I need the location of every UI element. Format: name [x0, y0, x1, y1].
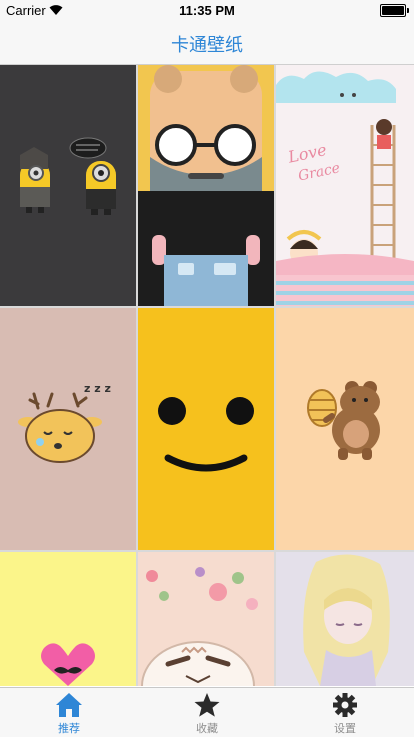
wallpaper-tile-yellow-smiley[interactable]	[138, 308, 274, 550]
heart-mustache-illustration	[41, 643, 95, 686]
bearded-man-illustration	[138, 65, 274, 306]
gear-icon	[333, 693, 357, 717]
tab-favorites-label: 收藏	[196, 723, 218, 735]
tab-favorites[interactable]: 收藏	[138, 688, 276, 737]
status-bar: Carrier 11:35 PM	[0, 0, 414, 20]
wallpaper-tile-love-grace[interactable]: Love Grace	[276, 65, 414, 306]
anime-girl-illustration	[303, 554, 390, 686]
sleep-zzz-text: z z z	[84, 382, 111, 395]
love-grace-illustration: Love Grace	[276, 71, 414, 306]
wallpaper-tile-anime-girl[interactable]	[276, 552, 414, 686]
wallpaper-tile-sleepy-deer[interactable]: z z z	[0, 308, 136, 550]
bear-honey-illustration	[307, 381, 380, 460]
battery-icon	[380, 4, 409, 17]
tab-bar: 推荐 收藏 设置	[0, 687, 414, 737]
wallpaper-tile-minions[interactable]	[0, 65, 136, 306]
tab-recommend[interactable]: 推荐	[0, 688, 138, 737]
page-title: 卡通壁纸	[171, 35, 243, 55]
tab-settings[interactable]: 设置	[276, 688, 414, 737]
tab-settings-label: 设置	[334, 723, 356, 735]
sleepy-deer-illustration: z z z	[18, 382, 111, 463]
minions-illustration	[20, 137, 116, 215]
wallpaper-tile-heart-mustache[interactable]	[0, 552, 136, 686]
wallpaper-tile-bearded-man[interactable]	[138, 65, 274, 306]
star-icon	[194, 693, 220, 717]
smiley-face-illustration	[158, 397, 254, 472]
wallpaper-tile-bear-honey[interactable]	[276, 308, 414, 550]
status-time: 11:35 PM	[179, 3, 235, 18]
home-icon	[56, 693, 82, 717]
tab-recommend-label: 推荐	[58, 723, 80, 735]
floral-cat-illustration	[141, 567, 258, 686]
wallpaper-tile-floral-cat[interactable]	[138, 552, 274, 686]
navigation-bar: 卡通壁纸	[0, 20, 414, 65]
wallpaper-grid: Love Grace z z z	[0, 65, 414, 686]
